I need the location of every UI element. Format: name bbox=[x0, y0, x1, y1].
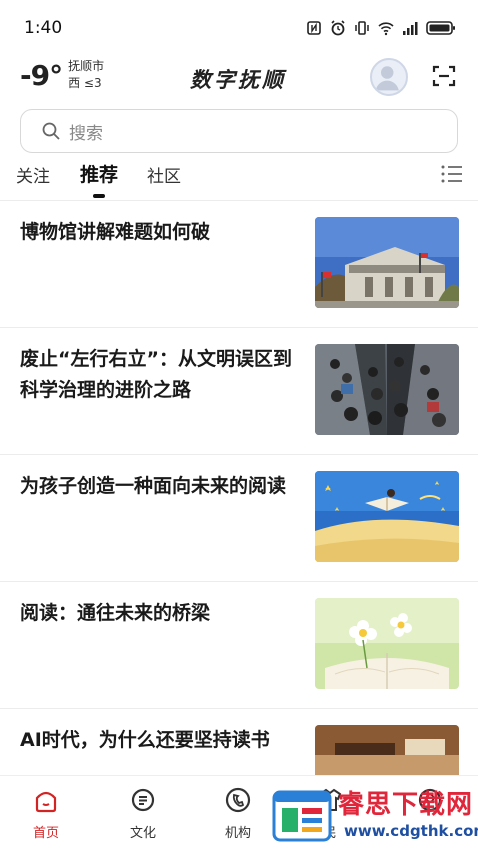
news-item[interactable]: 阅读：通往未来的桥梁 bbox=[0, 581, 478, 708]
culture-icon bbox=[131, 788, 155, 812]
institution-icon bbox=[225, 787, 251, 813]
channel-menu-icon[interactable] bbox=[440, 164, 464, 184]
vibrate-icon bbox=[355, 21, 369, 35]
scan-icon[interactable] bbox=[432, 64, 456, 88]
city-name: 抚顺市 bbox=[68, 59, 105, 73]
battery-icon bbox=[426, 21, 455, 35]
search-placeholder: 搜索 bbox=[69, 123, 103, 144]
child-reading-illustration bbox=[315, 471, 459, 562]
search-bar[interactable]: 搜索 bbox=[20, 109, 458, 153]
alarm-icon bbox=[331, 20, 345, 36]
nav-culture[interactable]: 文化 bbox=[113, 786, 173, 841]
tab-recommend[interactable]: 推荐 bbox=[80, 160, 118, 187]
status-icons bbox=[306, 20, 456, 36]
nav-home[interactable]: 首页 bbox=[16, 786, 76, 841]
weather-widget[interactable]: -9° 抚顺市 西 ≤3 bbox=[20, 58, 104, 92]
news-item[interactable]: 为孩子创造一种面向未来的阅读 bbox=[0, 454, 478, 581]
temperature: -9° bbox=[20, 58, 63, 92]
open-book-flowers-image bbox=[315, 598, 459, 689]
tab-follow[interactable]: 关注 bbox=[16, 162, 50, 187]
active-tab-indicator bbox=[93, 194, 105, 198]
watermark-url: www.cdgthk.com bbox=[344, 822, 478, 840]
watermark-logo-icon bbox=[272, 790, 332, 842]
user-avatar[interactable] bbox=[370, 58, 408, 96]
watermark-text: 睿思下载网 bbox=[338, 790, 474, 820]
site-watermark: 睿思下载网 www.cdgthk.com bbox=[268, 778, 478, 850]
status-bar: 1:40 bbox=[0, 0, 478, 56]
news-title: 废止“左行右立”：从文明误区到科学治理的进阶之路 bbox=[20, 348, 292, 401]
home-icon bbox=[35, 791, 57, 813]
wind-info: 西 ≤3 bbox=[68, 76, 102, 90]
search-icon bbox=[42, 122, 60, 140]
signal-icon bbox=[403, 22, 418, 35]
wifi-icon bbox=[378, 22, 394, 36]
news-title: 阅读：通往未来的桥梁 bbox=[20, 602, 211, 624]
nav-institution[interactable]: 机构 bbox=[208, 786, 268, 841]
avatar-placeholder-icon bbox=[375, 66, 399, 91]
news-item[interactable]: 废止“左行右立”：从文明误区到科学治理的进阶之路 bbox=[0, 327, 478, 454]
museum-building-image bbox=[315, 217, 459, 308]
weather-info: 抚顺市 西 ≤3 bbox=[68, 58, 104, 92]
nav-label-home: 首页 bbox=[32, 826, 59, 841]
app-header: -9° 抚顺市 西 ≤3 数字抚顺 bbox=[0, 56, 478, 102]
news-title: 博物馆讲解难题如何破 bbox=[20, 221, 211, 243]
news-item[interactable]: 博物馆讲解难题如何破 bbox=[0, 200, 478, 327]
nav-label-culture: 文化 bbox=[129, 826, 156, 841]
news-title: AI时代，为什么还要坚持读书 bbox=[20, 729, 270, 751]
category-tabs: 关注 推荐 社区 bbox=[0, 158, 478, 198]
news-title: 为孩子创造一种面向未来的阅读 bbox=[20, 475, 287, 497]
brand-logo: 数字抚顺 bbox=[190, 67, 286, 92]
tab-community[interactable]: 社区 bbox=[147, 162, 181, 187]
escalator-crowd-image bbox=[315, 344, 459, 435]
status-time: 1:40 bbox=[24, 18, 63, 38]
nfc-icon bbox=[307, 21, 321, 35]
nav-label-institution: 机构 bbox=[224, 826, 251, 841]
